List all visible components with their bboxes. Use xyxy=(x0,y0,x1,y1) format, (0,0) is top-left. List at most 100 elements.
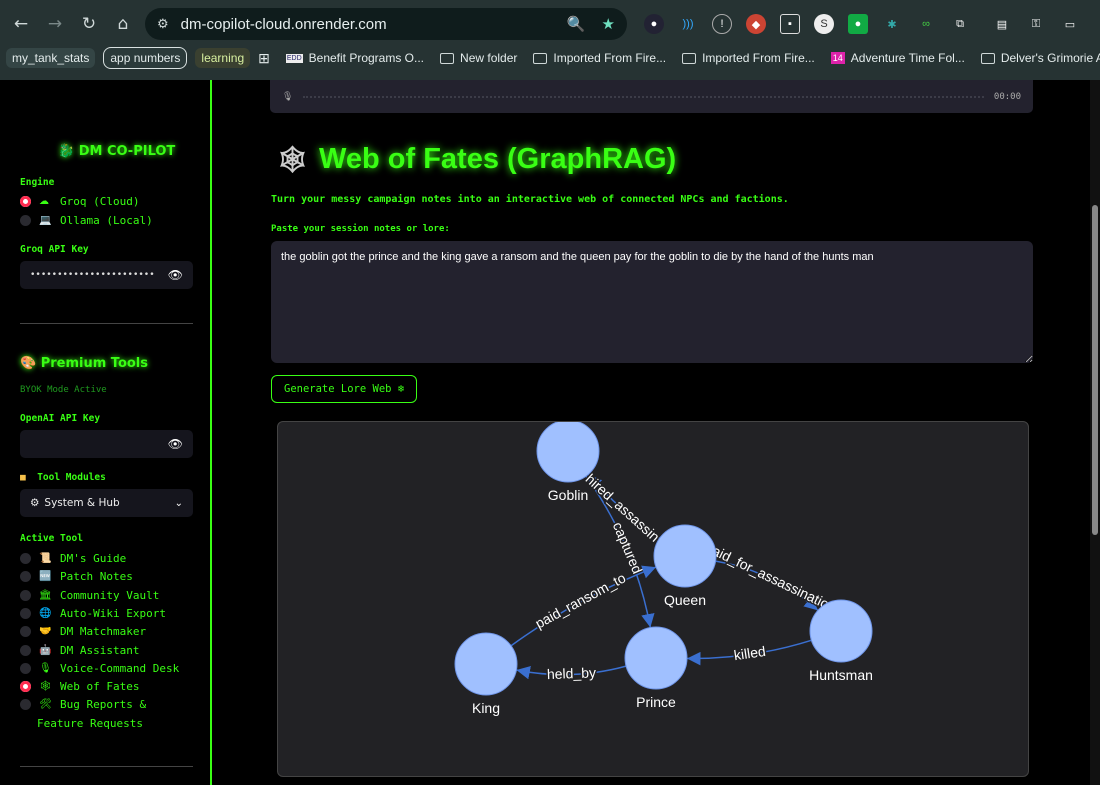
eye-icon[interactable]: 👁 xyxy=(168,437,183,451)
tool-radio-auto-wiki-export[interactable]: 🌐 Auto-Wiki Export xyxy=(20,607,166,620)
tool-radio-dm-s-guide[interactable]: 📜 DM's Guide xyxy=(20,552,126,565)
radio[interactable] xyxy=(20,553,31,564)
back-icon[interactable]: ← xyxy=(4,14,38,34)
extension-icon[interactable]: ∞ xyxy=(916,14,936,34)
tool-icon: 🛠 xyxy=(39,699,52,711)
radio[interactable] xyxy=(20,626,31,638)
tool-modules-label: ■ Tool Modules xyxy=(20,472,106,483)
bookmark-folder[interactable]: Delver's Grimorie A xyxy=(980,51,1100,65)
premium-tools-title: 🎨 Premium Tools xyxy=(20,356,149,371)
engine-radio-groq[interactable]: ☁ Groq (Cloud) xyxy=(20,195,139,208)
tool-radio-dm-matchmaker[interactable]: 🤝 DM Matchmaker xyxy=(20,625,146,638)
radio[interactable] xyxy=(20,607,31,619)
tool-modules-select[interactable]: ⚙ System & Hub ⌄ xyxy=(20,489,193,517)
radio[interactable] xyxy=(20,571,31,583)
page-scrollbar[interactable] xyxy=(1090,80,1100,785)
page-subtitle: Turn your messy campaign notes into an i… xyxy=(271,194,789,205)
bookmark-folder[interactable]: Imported From Fire... xyxy=(533,51,666,65)
address-bar[interactable]: ⚙ dm-copilot-cloud.onrender.com 🔍 ★ xyxy=(145,8,627,40)
eye-icon[interactable]: 👁 xyxy=(168,268,183,282)
bookmark-star-icon[interactable]: ★ xyxy=(602,15,615,33)
groq-api-key-input[interactable]: ••••••••••••••••••••••••••••••••••••••••… xyxy=(20,261,193,289)
extension-icon[interactable]: ● xyxy=(644,14,664,34)
site-icon: 14 xyxy=(830,52,845,64)
palette-icon: 🎨 xyxy=(20,356,37,371)
bookmark-group[interactable]: learning xyxy=(195,48,251,68)
main-content: 🎙 00:00 🕸 Web of Fates (GraphRAG) Turn you… xyxy=(214,80,1090,785)
password-key-icon[interactable]: ⚿ xyxy=(1026,14,1046,34)
folder-icon: ■ xyxy=(20,472,26,483)
bookmark-group[interactable]: my_tank_stats xyxy=(6,48,96,68)
radio-selected[interactable] xyxy=(20,196,31,207)
bookmark-folder[interactable]: Imported From Fire... xyxy=(682,51,815,65)
reading-list-icon[interactable]: ▤ xyxy=(992,14,1012,34)
bookmark[interactable]: EDD Benefit Programs O... xyxy=(285,51,424,65)
edge-label: killed xyxy=(733,643,767,663)
engine-radio-ollama[interactable]: 💻 Ollama (Local) xyxy=(20,214,153,227)
session-notes-textarea[interactable]: the goblin got the prince and the king g… xyxy=(271,241,1033,363)
engine-label: Engine xyxy=(20,177,55,188)
zoom-icon[interactable]: 🔍 xyxy=(567,15,586,33)
tool-icon: 📜 xyxy=(39,553,52,564)
bookmark-folder[interactable]: New folder xyxy=(440,51,517,65)
extension-icon[interactable]: ● xyxy=(848,14,868,34)
tool-radio-bug-reports-[interactable]: 🛠 Bug Reports & xyxy=(20,698,146,711)
tool-radio-dm-assistant[interactable]: 🤖 DM Assistant xyxy=(20,644,139,657)
cloud-icon: ☁ xyxy=(39,196,49,207)
extensions-puzzle-icon[interactable]: ⧉ xyxy=(950,14,970,34)
site-icon: EDD xyxy=(285,53,303,63)
openai-api-key-input[interactable]: 👁 xyxy=(20,430,193,458)
extension-icon[interactable]: ◆ xyxy=(746,14,766,34)
tool-icon: 🤖 xyxy=(39,644,52,656)
edge-label: held_by xyxy=(547,664,597,682)
tool-radio-web-of-fates[interactable]: 🕸 Web of Fates xyxy=(20,680,139,693)
forward-icon[interactable]: → xyxy=(38,14,72,34)
folder-icon xyxy=(682,52,697,64)
generate-lore-web-button[interactable]: Generate Lore Web ❄ xyxy=(271,375,418,403)
radio[interactable] xyxy=(20,699,31,711)
graph-canvas[interactable]: capturedhired_assassinpaid_for_assassina… xyxy=(278,422,1029,777)
graph-node-huntsman[interactable] xyxy=(809,599,873,663)
extension-icon[interactable]: S xyxy=(814,14,834,34)
side-panel-icon[interactable]: ▭ xyxy=(1060,14,1080,34)
apps-grid-icon[interactable]: ⊞ xyxy=(258,50,270,67)
graph-node-queen[interactable] xyxy=(653,524,717,588)
edge-label: paid_ransom_to xyxy=(532,569,628,631)
graph-node-king[interactable] xyxy=(454,632,518,696)
openai-key-label: OpenAI API Key xyxy=(20,413,101,424)
extension-icon[interactable]: ▪ xyxy=(780,14,800,34)
radio[interactable] xyxy=(20,662,31,674)
node-label: Prince xyxy=(636,694,676,710)
microphone-icon[interactable]: 🎙 xyxy=(282,92,293,102)
extension-icon[interactable]: ! xyxy=(712,14,732,34)
radio[interactable] xyxy=(20,215,31,226)
folder-icon xyxy=(440,52,455,64)
folder-icon xyxy=(980,52,995,64)
home-icon[interactable]: ⌂ xyxy=(106,14,140,34)
audio-time: 00:00 xyxy=(993,91,1021,102)
extension-icon[interactable]: ))) xyxy=(678,14,698,34)
graph-node-prince[interactable] xyxy=(624,626,688,690)
gear-icon: ⚙ xyxy=(30,497,40,509)
bookmark-group[interactable]: app numbers xyxy=(103,47,188,69)
graph-node-goblin[interactable] xyxy=(536,422,600,483)
audio-recorder[interactable]: 🎙 00:00 xyxy=(270,80,1033,113)
radio[interactable] xyxy=(20,644,31,656)
folder-icon xyxy=(533,52,548,64)
site-settings-icon[interactable]: ⚙ xyxy=(157,16,169,32)
reload-icon[interactable]: ↻ xyxy=(72,14,106,34)
radio[interactable] xyxy=(20,681,31,693)
tool-radio-voice-command-desk[interactable]: 🎙 Voice-Command Desk xyxy=(20,662,179,675)
chevron-down-icon: ⌄ xyxy=(174,497,183,509)
radio[interactable] xyxy=(20,589,31,601)
url-text: dm-copilot-cloud.onrender.com xyxy=(180,15,387,33)
extension-icon[interactable]: ✱ xyxy=(882,14,902,34)
tool-radio-community-vault[interactable]: 🏛 Community Vault xyxy=(20,589,159,602)
brand: 🐉 DM CO-PILOT xyxy=(58,144,176,159)
tool-icon: 🎙 xyxy=(39,662,52,674)
dragon-icon: 🐉 xyxy=(58,144,75,159)
tool-radio-patch-notes[interactable]: 🆕 Patch Notes xyxy=(20,570,133,583)
bookmark[interactable]: 14 Adventure Time Fol... xyxy=(830,51,965,65)
scrollbar-thumb[interactable] xyxy=(1092,205,1098,535)
lore-web-graph[interactable]: captured hired_assassin paid_for_assassina… xyxy=(277,421,1029,777)
